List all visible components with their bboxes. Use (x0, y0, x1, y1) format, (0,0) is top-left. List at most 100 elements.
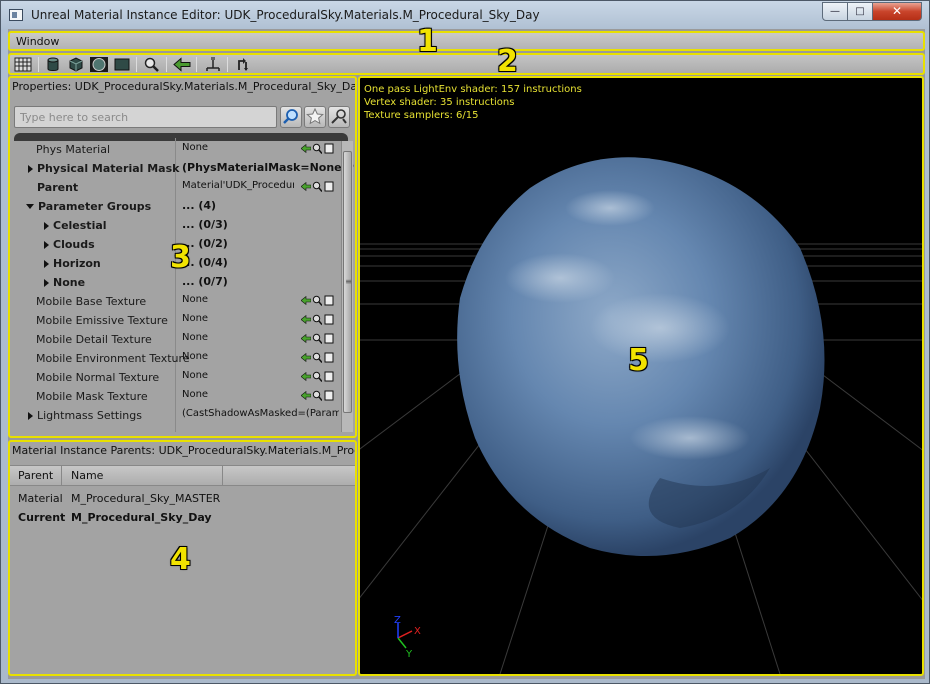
property-row-mobile-environment-texture[interactable]: Mobile Environment Texture None (14, 349, 339, 368)
property-row-mobile-normal-texture[interactable]: Mobile Normal Texture None (14, 368, 339, 387)
use-selected-icon[interactable] (301, 295, 311, 306)
app-icon (9, 9, 23, 21)
material-preview-viewport[interactable]: X Y Z One pass LightEnv shader: 157 inst… (358, 76, 924, 676)
property-label: Horizon (53, 257, 101, 270)
clear-icon[interactable] (324, 181, 334, 192)
clear-icon[interactable] (324, 352, 334, 363)
property-label: Clouds (53, 238, 95, 251)
property-value[interactable]: Material'UDK_Procedur (182, 180, 294, 191)
minimize-icon: — (830, 6, 840, 17)
browse-icon[interactable] (312, 390, 322, 401)
browse-icon[interactable] (312, 371, 322, 382)
favorites-button[interactable] (304, 106, 326, 128)
clear-icon[interactable] (324, 333, 334, 344)
properties-scrollbar[interactable]: ≡ (341, 141, 353, 432)
search-field[interactable] (14, 106, 277, 128)
toolbar-grid-button[interactable] (13, 56, 33, 73)
property-value[interactable]: None (182, 351, 208, 362)
clear-icon[interactable] (324, 314, 334, 325)
column-header-parent[interactable]: Parent (18, 469, 53, 482)
property-row-celestial[interactable]: Celestial ... (0/3) (14, 216, 339, 235)
property-name: Parameter Groups (26, 200, 151, 213)
toolbar-cube-button[interactable] (66, 56, 86, 73)
toolbar-cylinder-button[interactable] (43, 56, 63, 73)
browse-icon[interactable] (312, 333, 322, 344)
close-button[interactable]: ✕ (872, 2, 922, 21)
maximize-button[interactable]: □ (847, 2, 873, 21)
property-row-mobile-mask-texture[interactable]: Mobile Mask Texture None (14, 387, 339, 406)
parents-row-material[interactable]: Material M_Procedural_Sky_MASTER (18, 492, 220, 505)
property-value[interactable]: None (182, 389, 208, 400)
browse-icon[interactable] (312, 352, 322, 363)
column-header-name[interactable]: Name (71, 469, 103, 482)
expand-arrow-icon[interactable] (44, 222, 49, 230)
use-selected-icon[interactable] (301, 143, 311, 154)
maximize-icon: □ (855, 6, 865, 17)
property-row-mobile-emissive-texture[interactable]: Mobile Emissive Texture None (14, 311, 339, 330)
property-value[interactable]: ... (4) (182, 199, 216, 212)
toolbar-find-button[interactable] (142, 56, 162, 73)
property-value[interactable]: (PhysMaterialMask=None,P (182, 161, 354, 174)
property-row-parameter-groups[interactable]: Parameter Groups ... (4) (14, 197, 339, 216)
property-row-parent[interactable]: Parent Material'UDK_Procedur (14, 178, 339, 197)
parents-row-current[interactable]: Current M_Procedural_Sky_Day (18, 511, 212, 524)
expand-arrow-icon[interactable] (44, 260, 49, 268)
property-row-mobile-detail-texture[interactable]: Mobile Detail Texture None (14, 330, 339, 349)
toolbar-back-button[interactable] (172, 56, 192, 73)
axis-x-label: X (414, 626, 421, 637)
search-button[interactable] (280, 106, 302, 128)
window-frame: Unreal Material Instance Editor: UDK_Pro… (0, 0, 930, 684)
menu-bar: Window (8, 31, 925, 51)
column-divider[interactable] (61, 466, 62, 486)
browse-icon[interactable] (312, 295, 322, 306)
clear-icon[interactable] (324, 390, 334, 401)
browse-icon[interactable] (312, 143, 322, 154)
property-value[interactable]: None (182, 332, 208, 343)
annotation-3: 3 (170, 240, 191, 275)
settings-button[interactable] (328, 106, 350, 128)
browse-icon[interactable] (312, 181, 322, 192)
title-bar[interactable]: Unreal Material Instance Editor: UDK_Pro… (1, 1, 930, 29)
collapse-arrow-icon[interactable] (26, 204, 34, 209)
star-icon (306, 107, 324, 125)
use-selected-icon[interactable] (301, 314, 311, 325)
use-selected-icon[interactable] (301, 352, 311, 363)
property-value[interactable]: None (182, 370, 208, 381)
toolbar-fork-button[interactable] (203, 56, 223, 73)
toolbar-plane-button[interactable] (112, 56, 132, 73)
property-value[interactable]: None (182, 294, 208, 305)
use-selected-icon[interactable] (301, 390, 311, 401)
menu-window[interactable]: Window (16, 35, 59, 48)
expand-arrow-icon[interactable] (28, 165, 33, 173)
property-label: Parameter Groups (38, 200, 152, 213)
expand-arrow-icon[interactable] (44, 279, 49, 287)
property-value[interactable]: ... (0/3) (182, 218, 228, 231)
clear-icon[interactable] (324, 295, 334, 306)
property-value[interactable]: ... (0/7) (182, 275, 228, 288)
toolbar-sync-button[interactable] (233, 56, 253, 73)
property-row-physical-material-mask[interactable]: Physical Material Mask (PhysMaterialMask… (14, 159, 354, 178)
property-row-lightmass-settings[interactable]: Lightmass Settings (CastShadowAsMasked=(… (14, 406, 339, 425)
use-selected-icon[interactable] (301, 333, 311, 344)
expand-arrow-icon[interactable] (44, 241, 49, 249)
scrollbar-grip-icon: ≡ (345, 277, 352, 286)
property-row-mobile-base-texture[interactable]: Mobile Base Texture None (14, 292, 339, 311)
minimize-button[interactable]: — (822, 2, 848, 21)
clear-icon[interactable] (324, 143, 334, 154)
use-selected-icon[interactable] (301, 371, 311, 382)
property-value[interactable]: (CastShadowAsMasked=(Param (182, 408, 339, 419)
expand-arrow-icon[interactable] (28, 412, 33, 420)
browse-icon[interactable] (312, 314, 322, 325)
column-divider[interactable] (222, 466, 223, 486)
property-row-none-group[interactable]: None ... (0/7) (14, 273, 339, 292)
property-row-phys-material[interactable]: Phys Material None (14, 140, 339, 159)
parent-name: M_Procedural_Sky_Day (71, 511, 212, 524)
property-value[interactable]: None (182, 142, 208, 153)
clear-icon[interactable] (324, 371, 334, 382)
toolbar-separator (136, 57, 137, 72)
toolbar-sphere-button[interactable] (89, 56, 109, 73)
property-value[interactable]: None (182, 313, 208, 324)
use-selected-icon[interactable] (301, 181, 311, 192)
search-input[interactable] (15, 107, 276, 127)
scrollbar-thumb[interactable]: ≡ (343, 151, 352, 413)
